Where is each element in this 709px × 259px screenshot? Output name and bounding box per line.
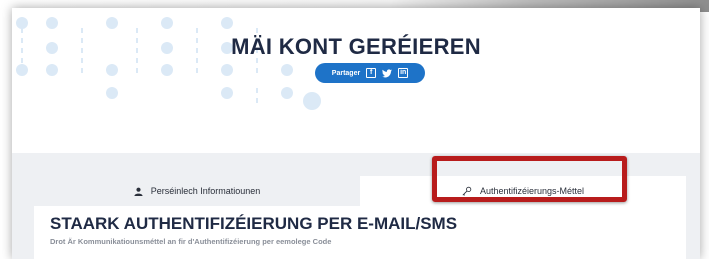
tab-label: Perséinlech Informatiounen <box>150 186 261 196</box>
key-icon <box>462 186 472 196</box>
tabs-area: Perséinlech Informatiounen Authentifizéi… <box>12 153 700 259</box>
page-title: MÄI KONT GERÉIEREN <box>231 34 481 59</box>
share-bar: Partager f in <box>315 63 425 83</box>
twitter-icon[interactable] <box>382 68 393 78</box>
twitter-bird-shape <box>382 68 393 77</box>
hero-banner: MÄI KONT GERÉIEREN Partager f in <box>12 8 700 153</box>
linkedin-icon[interactable]: in <box>398 68 409 78</box>
tab-label: Authentifizéierungs-Méttel <box>479 186 585 196</box>
tab-personal-information[interactable]: Perséinlech Informatiounen <box>34 176 360 206</box>
share-label: Partager <box>331 69 361 77</box>
facebook-icon[interactable]: f <box>366 68 377 78</box>
decorative-dots-pattern <box>16 17 321 110</box>
tab-authentication-methods[interactable]: Authentifizéierungs-Méttel <box>360 176 686 206</box>
page: MÄI KONT GERÉIEREN Partager f in Perséin… <box>12 8 700 259</box>
card-title: STAARK AUTHENTIFIZÉIERUNG PER E-MAIL/SMS <box>50 214 458 233</box>
card-subtitle: Drot Är Kommunikatiounsméttel an fir d'A… <box>50 237 332 246</box>
person-icon <box>134 187 143 196</box>
auth-card: STAARK AUTHENTIFIZÉIERUNG PER E-MAIL/SMS… <box>34 206 686 259</box>
